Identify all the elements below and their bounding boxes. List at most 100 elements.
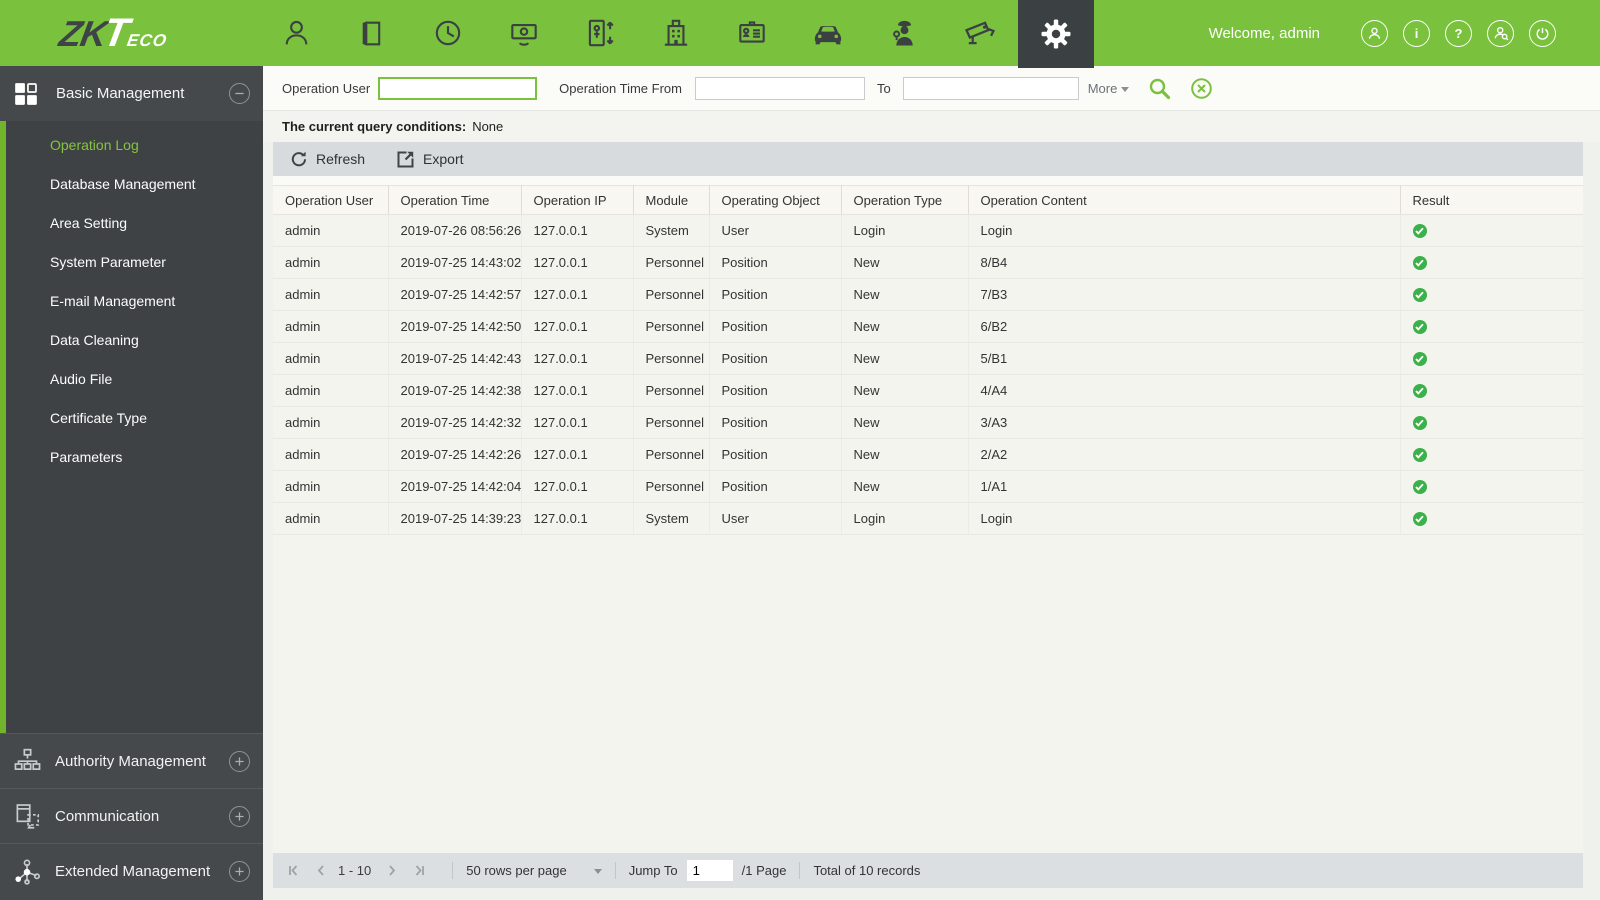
table-header-row: Operation User Operation Time Operation … (273, 185, 1583, 215)
operation-time-from-input[interactable] (694, 76, 865, 100)
cell-object: User (709, 214, 842, 247)
col-operation-user[interactable]: Operation User (273, 185, 389, 215)
jump-to-input[interactable] (686, 860, 733, 881)
sidebar-item-data-cleaning[interactable]: Data Cleaning (6, 321, 263, 360)
sidebar-section-authority-management[interactable]: Authority Management (0, 733, 263, 788)
hotel-icon[interactable] (638, 0, 714, 66)
export-icon (397, 151, 414, 167)
table-row[interactable]: admin 2019-07-25 14:42:38 127.0.0.1 Personn… (273, 374, 1583, 407)
success-icon (1412, 480, 1427, 495)
spacer (273, 176, 1583, 185)
cell-user: admin (273, 246, 389, 279)
cell-user: admin (273, 438, 389, 471)
table-row[interactable]: admin 2019-07-25 14:42:43 127.0.0.1 Personn… (273, 342, 1583, 375)
cell-ip: 127.0.0.1 (521, 342, 634, 375)
access-control-icon[interactable] (334, 0, 410, 66)
cell-result (1400, 278, 1583, 311)
sidebar-item-operation-log[interactable]: Operation Log (6, 126, 263, 165)
sidebar-item-database-management[interactable]: Database Management (6, 165, 263, 204)
elevator-icon[interactable] (562, 0, 638, 66)
cell-content: 3/A3 (968, 406, 1401, 439)
sidebar-item-parameters[interactable]: Parameters (6, 438, 263, 477)
cell-object: Position (709, 246, 842, 279)
cell-ip: 127.0.0.1 (521, 406, 634, 439)
sidebar-item-system-parameter[interactable]: System Parameter (6, 243, 263, 282)
help-icon[interactable]: ? (1445, 19, 1472, 47)
next-page-button[interactable] (385, 864, 398, 877)
cell-time: 2019-07-25 14:42:32 (388, 406, 522, 439)
operation-user-label: Operation User (282, 80, 371, 96)
expand-icon[interactable] (229, 750, 250, 772)
parking-icon[interactable] (790, 0, 866, 66)
cell-module: Personnel (633, 310, 710, 343)
table-row[interactable]: admin 2019-07-25 14:42:26 127.0.0.1 Personn… (273, 438, 1583, 471)
table-row[interactable]: admin 2019-07-26 08:56:26 127.0.0.1 System U… (273, 214, 1583, 247)
search-icon[interactable] (1148, 77, 1171, 100)
success-icon (1412, 256, 1427, 271)
col-module[interactable]: Module (633, 185, 710, 215)
consumption-icon[interactable] (486, 0, 562, 66)
cell-ip: 127.0.0.1 (521, 438, 634, 471)
operation-user-input[interactable] (378, 76, 538, 100)
rows-per-page-select[interactable]: 50 rows per page (466, 863, 602, 878)
cell-time: 2019-07-25 14:42:57 (388, 278, 522, 311)
more-dropdown[interactable]: More (1088, 81, 1130, 96)
last-page-button[interactable] (412, 864, 425, 877)
system-settings-icon[interactable] (1018, 0, 1094, 68)
export-button[interactable]: Export (396, 150, 464, 169)
network-icon (12, 857, 42, 885)
top-bar: ZKTECO Welcome, admin i ? (0, 0, 1600, 68)
visitor-icon[interactable] (714, 0, 790, 66)
cell-ip: 127.0.0.1 (521, 246, 634, 279)
cell-user: admin (273, 374, 389, 407)
personnel-icon[interactable] (258, 0, 334, 66)
section-label: Extended Management (55, 862, 211, 880)
patrol-icon[interactable] (866, 0, 942, 66)
col-operation-type[interactable]: Operation Type (841, 185, 969, 215)
col-operation-ip[interactable]: Operation IP (521, 185, 634, 215)
video-icon[interactable] (942, 0, 1018, 66)
refresh-button[interactable]: Refresh (290, 150, 365, 168)
col-operating-object[interactable]: Operating Object (709, 185, 842, 215)
expand-icon[interactable] (229, 860, 250, 882)
power-icon[interactable] (1529, 19, 1556, 47)
col-result[interactable]: Result (1400, 185, 1583, 215)
prev-page-button[interactable] (315, 864, 328, 877)
divider (799, 862, 801, 879)
table-row[interactable]: admin 2019-07-25 14:39:23 127.0.0.1 System U… (273, 502, 1583, 535)
user-query-icon[interactable] (1487, 19, 1514, 47)
sidebar-section-basic-management[interactable]: Basic Management (0, 66, 263, 121)
sidebar-item-area-setting[interactable]: Area Setting (6, 204, 263, 243)
expand-icon[interactable] (229, 805, 250, 827)
col-operation-time[interactable]: Operation Time (388, 185, 522, 215)
cell-ip: 127.0.0.1 (521, 470, 634, 503)
sidebar-section-extended-management[interactable]: Extended Management (0, 843, 263, 898)
sidebar-item-certificate-type[interactable]: Certificate Type (6, 399, 263, 438)
cell-object: Position (709, 438, 842, 471)
table-row[interactable]: admin 2019-07-25 14:43:02 127.0.0.1 Personn… (273, 246, 1583, 279)
org-chart-icon (12, 748, 42, 775)
table-row[interactable]: admin 2019-07-25 14:42:50 127.0.0.1 Personn… (273, 310, 1583, 343)
table-row[interactable]: admin 2019-07-25 14:42:32 127.0.0.1 Personn… (273, 406, 1583, 439)
grid-icon (13, 81, 40, 107)
total-records: Total of 10 records (813, 863, 921, 878)
table-row[interactable]: admin 2019-07-25 14:42:57 127.0.0.1 Personn… (273, 278, 1583, 311)
cell-content: 1/A1 (968, 470, 1401, 503)
col-operation-content[interactable]: Operation Content (968, 185, 1401, 215)
collapse-icon[interactable] (229, 83, 250, 104)
sidebar-item-email-management[interactable]: E-mail Management (6, 282, 263, 321)
clear-filter-icon[interactable] (1190, 77, 1213, 100)
attendance-icon[interactable] (410, 0, 486, 66)
profile-icon[interactable] (1361, 19, 1388, 47)
operation-time-to-input[interactable] (902, 76, 1079, 100)
sidebar-section-communication[interactable]: Communication (0, 788, 263, 843)
sidebar-item-audio-file[interactable]: Audio File (6, 360, 263, 399)
cell-type: New (841, 470, 969, 503)
cell-time: 2019-07-26 08:56:26 (388, 214, 522, 247)
info-icon[interactable]: i (1403, 19, 1430, 47)
cell-content: 6/B2 (968, 310, 1401, 343)
first-page-button[interactable] (288, 864, 301, 877)
cell-ip: 127.0.0.1 (521, 374, 634, 407)
table-row[interactable]: admin 2019-07-25 14:42:04 127.0.0.1 Personn… (273, 470, 1583, 503)
cell-module: Personnel (633, 278, 710, 311)
